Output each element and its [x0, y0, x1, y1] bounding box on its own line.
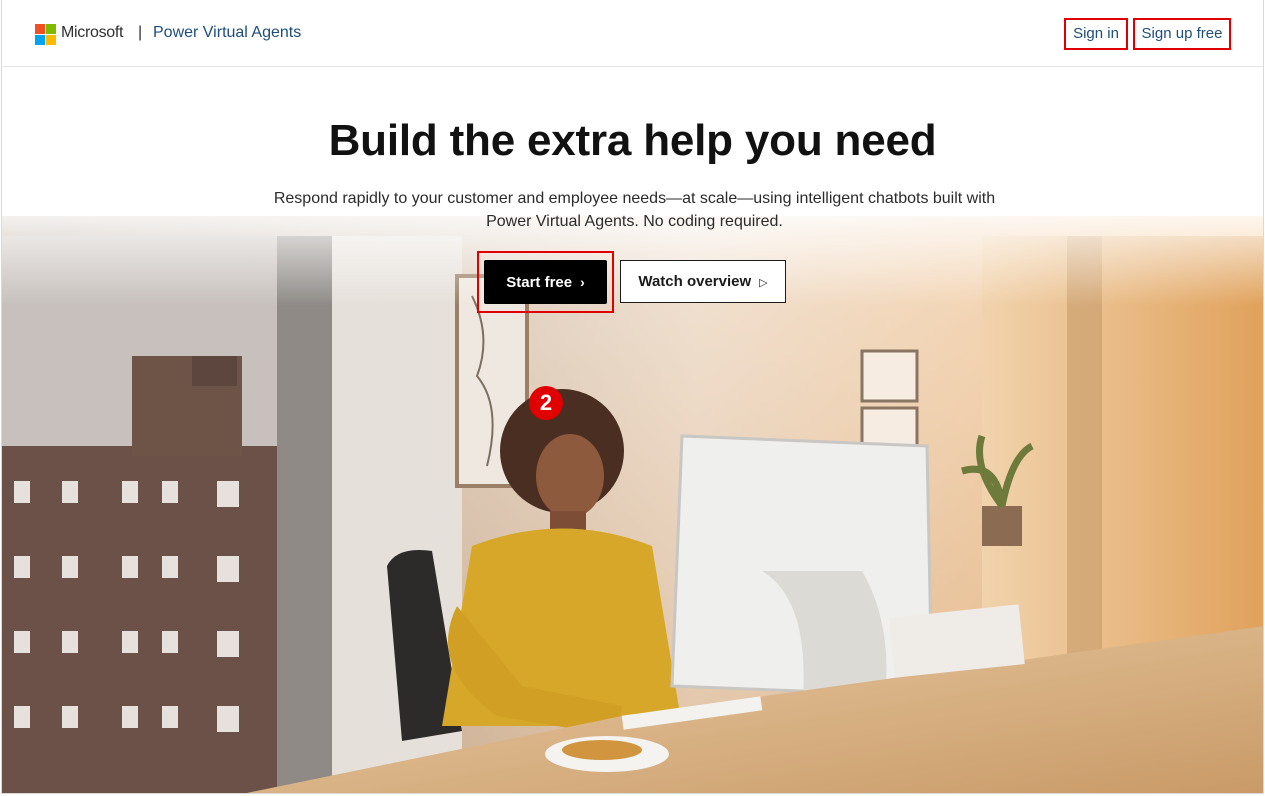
- hero-subtitle-line-1: Respond rapidly to your customer and emp…: [273, 190, 996, 207]
- watch-overview-button[interactable]: Watch overview ▷: [620, 260, 786, 303]
- brand-separator: |: [138, 24, 143, 41]
- microsoft-brand-link[interactable]: Microsoft: [61, 24, 124, 42]
- start-free-button[interactable]: Start free ›: [484, 260, 607, 304]
- product-name-link[interactable]: Power Virtual Agents: [153, 24, 301, 42]
- hero-title: Build the extra help you need: [328, 116, 937, 165]
- hero-subtitle: Respond rapidly to your customer and emp…: [242, 187, 1027, 233]
- sign-up-free-link[interactable]: Sign up free: [1133, 18, 1231, 50]
- step-marker-hero: 2: [529, 386, 563, 420]
- play-icon: ▷: [759, 277, 768, 289]
- sign-in-link[interactable]: Sign in: [1064, 18, 1128, 50]
- watch-overview-label: Watch overview: [638, 273, 752, 290]
- chevron-right-icon: ›: [580, 274, 585, 290]
- page: Microsoft | Power Virtual Agents Sign in…: [1, 0, 1264, 794]
- hero-section: Build the extra help you need Respond ra…: [2, 66, 1263, 793]
- site-header: Microsoft | Power Virtual Agents Sign in…: [2, 0, 1263, 67]
- start-free-label: Start free: [506, 274, 573, 291]
- microsoft-logo-icon[interactable]: [35, 24, 56, 45]
- hero-subtitle-line-2: Power Virtual Agents. No coding required…: [486, 213, 783, 230]
